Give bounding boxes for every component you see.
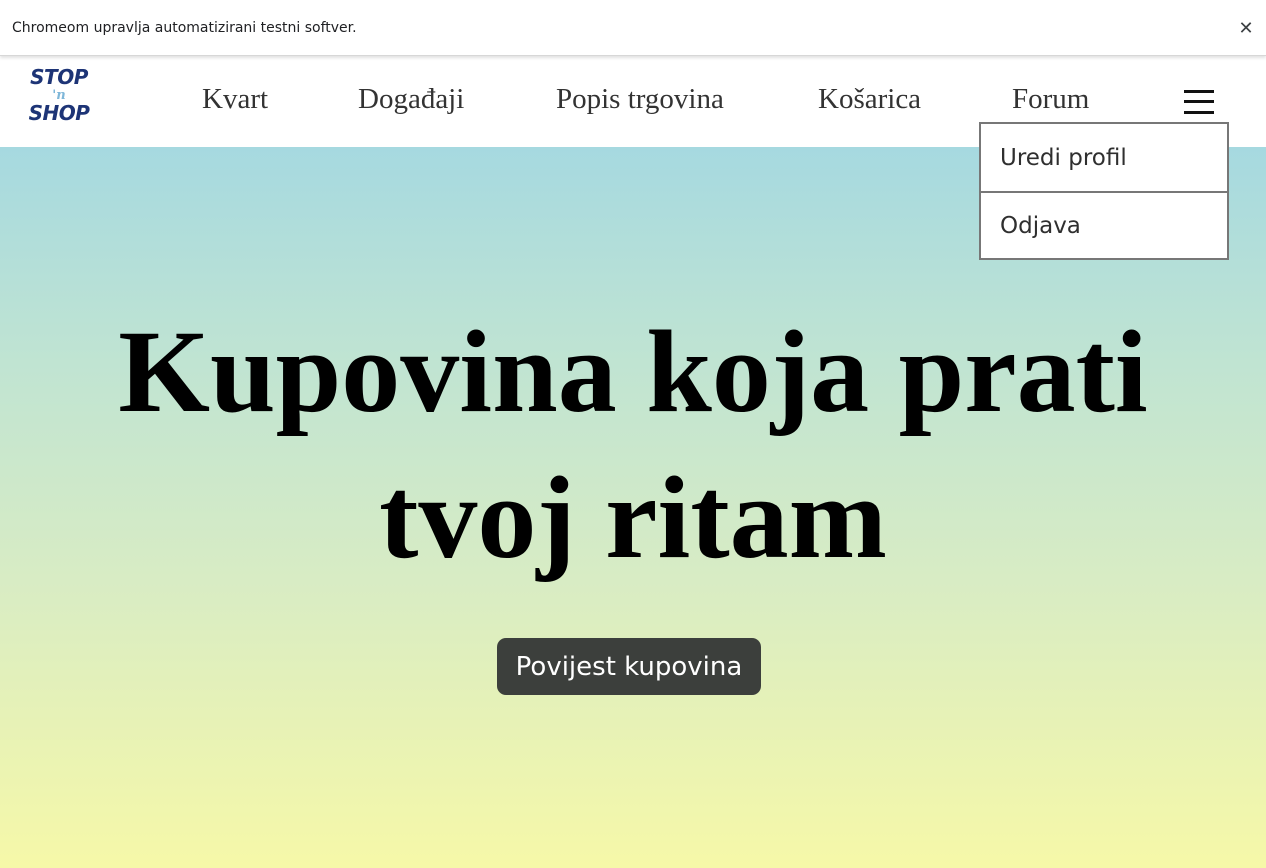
nav-link-forum[interactable]: Forum <box>1012 83 1089 116</box>
menu-item-edit-profile[interactable]: Uredi profil <box>981 124 1227 191</box>
hero-title: Kupovina koja prati tvoj ritam <box>0 299 1266 591</box>
close-icon[interactable]: ✕ <box>1232 14 1260 42</box>
nav-link-popis-trgovina[interactable]: Popis trgovina <box>556 83 724 116</box>
hamburger-icon[interactable] <box>1184 87 1216 117</box>
logo[interactable]: STOP 'n SHOP <box>28 67 90 139</box>
infobar-message: Chromeom upravlja automatizirani testni … <box>12 19 357 36</box>
nav-link-kosarica[interactable]: Košarica <box>818 83 921 116</box>
hero-title-line2: tvoj ritam <box>379 452 887 583</box>
logo-text-stop: STOP <box>30 65 88 89</box>
purchase-history-button[interactable]: Povijest kupovina <box>497 638 761 695</box>
logo-text-shop: SHOP <box>28 101 90 125</box>
nav-link-dogadaji[interactable]: Događaji <box>358 83 464 116</box>
hero-title-line1: Kupovina koja prati <box>118 306 1148 437</box>
menu-item-logout[interactable]: Odjava <box>981 191 1227 258</box>
automation-infobar: Chromeom upravlja automatizirani testni … <box>0 0 1266 56</box>
profile-dropdown-menu: Uredi profil Odjava <box>979 122 1229 260</box>
nav-link-kvart[interactable]: Kvart <box>202 83 268 116</box>
